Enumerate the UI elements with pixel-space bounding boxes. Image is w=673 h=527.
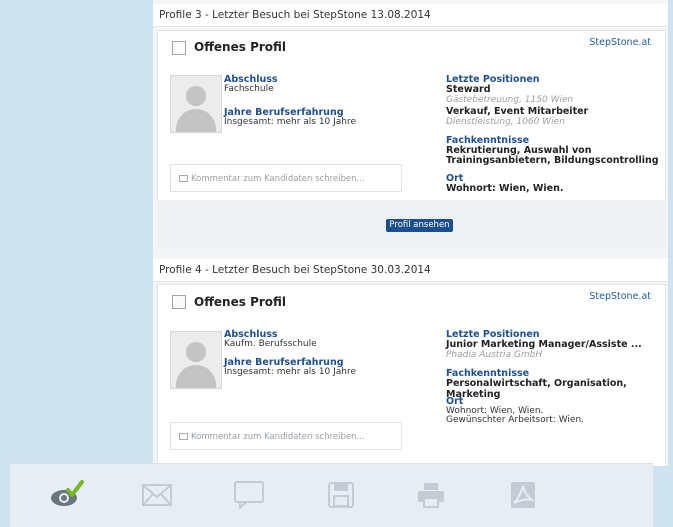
source-link[interactable]: StepStone.at bbox=[589, 37, 651, 48]
print-icon[interactable] bbox=[414, 478, 448, 512]
profile-section-3: Profile 3 - Letzter Besuch bei StepStone… bbox=[153, 4, 668, 27]
position-title: Verkauf, Event Mitarbeiter bbox=[446, 106, 589, 117]
jahre-value: Insgesamt: mehr als 10 Jahre bbox=[224, 117, 357, 127]
action-toolbar bbox=[10, 463, 653, 527]
comment-icon bbox=[179, 433, 188, 440]
profile-title: Offenes Profil bbox=[194, 40, 287, 54]
profile-title: Offenes Profil bbox=[194, 295, 287, 309]
profile-section-4: Profile 4 - Letzter Besuch bei StepStone… bbox=[153, 259, 668, 282]
skills-value: Trainingsanbietern, Bildungscontrolling bbox=[446, 155, 659, 166]
skills-value: Personalwirtschaft, Organisation, Market… bbox=[446, 378, 627, 400]
comment-icon bbox=[179, 175, 188, 182]
eye-check-icon[interactable] bbox=[50, 478, 84, 512]
ort-value: Gewünschter Arbeitsort: Wien. bbox=[446, 415, 585, 425]
mail-icon[interactable] bbox=[140, 478, 174, 512]
profile-header: Profile 4 - Letzter Besuch bei StepStone… bbox=[153, 259, 668, 282]
abschluss-value: Kaufm. Berufsschule bbox=[224, 339, 317, 349]
save-icon[interactable] bbox=[324, 478, 358, 512]
position-title: Junior Marketing Manager/Assiste ... bbox=[446, 339, 642, 350]
source-link[interactable]: StepStone.at bbox=[589, 291, 651, 302]
ort-value: Wohnort: Wien, Wien. bbox=[446, 183, 564, 194]
position-detail: Dienstleistung, 1060 Wien bbox=[446, 117, 565, 127]
pdf-icon[interactable] bbox=[506, 478, 540, 512]
position-title: Steward bbox=[446, 84, 491, 95]
avatar bbox=[170, 75, 222, 133]
profile-list-panel: Profile 3 - Letzter Besuch bei StepStone… bbox=[153, 0, 668, 466]
profile-select-checkbox[interactable] bbox=[172, 295, 186, 309]
comment-input[interactable]: Kommentar zum Kandidaten schreiben... bbox=[170, 164, 402, 192]
comment-input[interactable]: Kommentar zum Kandidaten schreiben... bbox=[170, 422, 402, 450]
jahre-value: Insgesamt: mehr als 10 Jahre bbox=[224, 367, 357, 377]
profile-select-checkbox[interactable] bbox=[172, 41, 186, 55]
abschluss-value: Fachschule bbox=[224, 84, 274, 94]
position-detail: Gästebetreuung, 1150 Wien bbox=[446, 95, 574, 105]
profile-header: Profile 3 - Letzter Besuch bei StepStone… bbox=[153, 4, 668, 27]
profile-card-4: Offenes Profil StepStone.at Abschluss Ka… bbox=[157, 284, 666, 466]
comment-icon[interactable] bbox=[232, 478, 266, 512]
view-profile-button[interactable]: Profil ansehen bbox=[386, 219, 453, 232]
position-detail: Phadia Austria GmbH bbox=[446, 350, 543, 360]
avatar bbox=[170, 331, 222, 389]
